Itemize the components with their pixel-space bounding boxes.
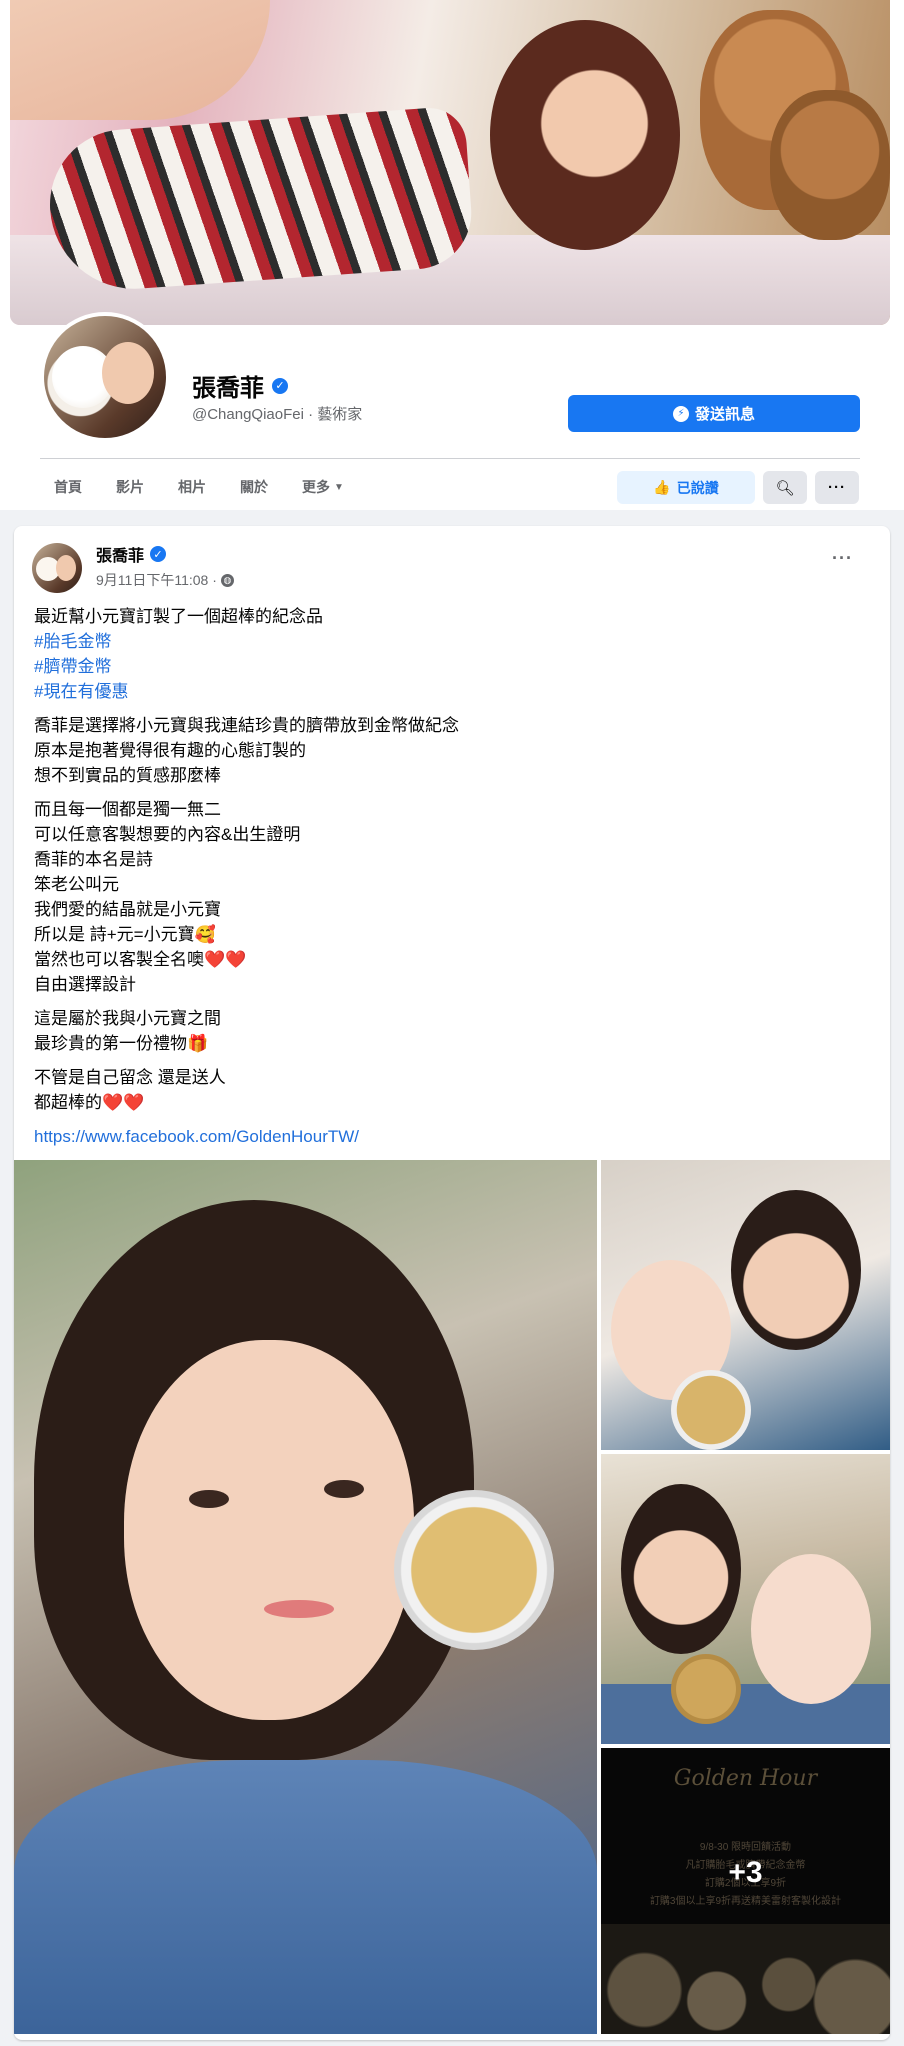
post-line: 自由選擇設計: [34, 975, 136, 994]
post-line: 而且每一個都是獨一無二: [34, 800, 221, 819]
profile-avatar-ring[interactable]: [40, 312, 170, 442]
post-line: 當然也可以客製全名噢❤️❤️: [34, 950, 247, 969]
send-message-label: 發送訊息: [694, 406, 755, 423]
post-text: 最近幫小元寶訂製了一個超棒的紀念品 #胎毛金幣 #臍帶金幣 #現在有優惠 喬菲是…: [34, 604, 874, 1158]
post-line: 我們愛的結晶就是小元寶: [34, 900, 221, 919]
send-message-button[interactable]: ⚡ 發送訊息: [568, 395, 860, 432]
globe-icon: ◍: [220, 573, 234, 587]
photo-mother-baby-1[interactable]: [601, 1160, 890, 1450]
post-line: 最珍貴的第一份禮物🎁: [34, 1034, 209, 1053]
hashtag-link[interactable]: #胎毛金幣: [34, 629, 874, 654]
post-author: 張喬菲 ✓: [96, 542, 167, 566]
profile-divider: [40, 458, 860, 459]
thumbs-up-icon: 👍: [653, 479, 671, 495]
post-paragraph: 最近幫小元寶訂製了一個超棒的紀念品 #胎毛金幣 #臍帶金幣 #現在有優惠: [34, 604, 874, 704]
post-author-avatar[interactable]: [32, 543, 82, 593]
post-paragraph: 喬菲是選擇將小元寶與我連結珍貴的臍帶放到金幣做紀念 原本是抱著覺得很有趣的心態訂…: [34, 713, 874, 788]
cover-photo[interactable]: [10, 0, 890, 325]
photo-denim-shirt: [14, 1760, 597, 2034]
photo-main[interactable]: [14, 1160, 597, 2034]
teddy-bear-small-image: [770, 90, 890, 240]
verified-icon: ✓: [272, 377, 288, 394]
photo-eye: [324, 1480, 364, 1498]
post-paragraph: 而且每一個都是獨一無二 可以任意客製想要的內容&出生證明 喬菲的本名是詩 笨老公…: [34, 797, 874, 997]
photo-sweater: [601, 1684, 890, 1744]
photo-grid: Golden Hour 9/8-30 限時回饋活動 凡訂購胎毛或臍帶紀念金幣 訂…: [14, 1160, 890, 2040]
hashtag-link[interactable]: #現在有優惠: [34, 679, 874, 704]
post-line: 可以任意客製想要的內容&出生證明: [34, 825, 301, 844]
profile-nav-tabs: 首頁 影片 相片 關於 更多 ▼: [40, 470, 358, 504]
search-button[interactable]: 🔍︎: [763, 471, 807, 504]
verified-icon: ✓: [150, 546, 167, 562]
liked-label: 已說讚: [676, 479, 719, 496]
post-paragraph: 不管是自己留念 還是送人 都超棒的❤️❤️: [34, 1065, 874, 1115]
post-line: 所以是 詩+元=小元寶🥰: [34, 925, 216, 944]
messenger-icon: ⚡: [672, 405, 689, 422]
cover-portrait: [490, 20, 680, 250]
liked-button[interactable]: 👍 已說讚: [617, 471, 755, 504]
cover-legs: [10, 0, 270, 120]
photo-face: [124, 1340, 414, 1720]
ellipsis-icon: ···: [828, 479, 846, 496]
tab-photos[interactable]: 相片: [164, 470, 220, 504]
post-link-paragraph: https://www.facebook.com/GoldenHourTW/: [34, 1124, 874, 1149]
caret-down-icon: ▼: [334, 481, 344, 493]
post-options-button[interactable]: ···: [832, 548, 853, 569]
post-line: 都超棒的❤️❤️: [34, 1093, 145, 1112]
post-card: 張喬菲 ✓ 9月11日下午11:08 · ◍ ··· 最近幫小元寶訂製了一個超棒…: [14, 526, 890, 2040]
post-meta: 9月11日下午11:08 · ◍: [96, 570, 234, 590]
avatar-face: [102, 342, 154, 404]
profile-handle: @ChangQiaoFei · 藝術家: [192, 406, 363, 423]
photo-overlay: [601, 1748, 890, 2034]
post-author-name[interactable]: 張喬菲: [96, 542, 144, 566]
search-icon: 🔍︎: [775, 479, 795, 497]
photo-lips: [264, 1600, 334, 1618]
cover-striped-dress: [44, 105, 476, 295]
photo-promo[interactable]: Golden Hour 9/8-30 限時回饋活動 凡訂購胎毛或臍帶紀念金幣 訂…: [601, 1748, 890, 2034]
profile-header: 張喬菲 ✓ @ChangQiaoFei · 藝術家 ⚡ 發送訊息 首頁 影片 相…: [0, 0, 904, 510]
post-avatar-face: [56, 555, 76, 581]
post-line: 原本是抱著覺得很有趣的心態訂製的: [34, 741, 306, 760]
post-line: 這是屬於我與小元寶之間: [34, 1009, 221, 1028]
tab-more-label: 更多: [302, 479, 330, 495]
tab-home[interactable]: 首頁: [40, 470, 96, 504]
photo-eye: [189, 1490, 229, 1508]
photo-mother: [731, 1190, 861, 1350]
profile-name-text[interactable]: 張喬菲: [192, 368, 264, 403]
tab-about[interactable]: 關於: [226, 470, 282, 504]
profile-name: 張喬菲 ✓: [192, 368, 288, 403]
post-timestamp[interactable]: 9月11日下午11:08 ·: [96, 570, 217, 590]
post-link[interactable]: https://www.facebook.com/GoldenHourTW/: [34, 1124, 874, 1149]
more-options-button[interactable]: ···: [815, 471, 859, 504]
post-line: 喬菲的本名是詩: [34, 850, 153, 869]
gold-coin-image: [394, 1490, 554, 1650]
photo-mother: [621, 1484, 741, 1654]
more-photos-count[interactable]: +3: [601, 1856, 890, 1890]
hashtag-link[interactable]: #臍帶金幣: [34, 654, 874, 679]
gold-coin-image: [671, 1654, 741, 1724]
post-line: 不管是自己留念 還是送人: [34, 1068, 226, 1087]
tab-videos[interactable]: 影片: [102, 470, 158, 504]
post-line: 想不到實品的質感那麼棒: [34, 766, 221, 785]
post-line: 笨老公叫元: [34, 875, 119, 894]
photo-mother-baby-2[interactable]: [601, 1454, 890, 1744]
post-paragraph: 這是屬於我與小元寶之間 最珍貴的第一份禮物🎁: [34, 1006, 874, 1056]
post-line: 最近幫小元寶訂製了一個超棒的紀念品: [34, 607, 323, 626]
profile-avatar[interactable]: [44, 316, 166, 438]
gold-coin-image: [671, 1370, 751, 1450]
tab-more[interactable]: 更多 ▼: [288, 470, 358, 504]
post-line: 喬菲是選擇將小元寶與我連結珍貴的臍帶放到金幣做紀念: [34, 716, 459, 735]
photo-baby: [751, 1554, 871, 1704]
